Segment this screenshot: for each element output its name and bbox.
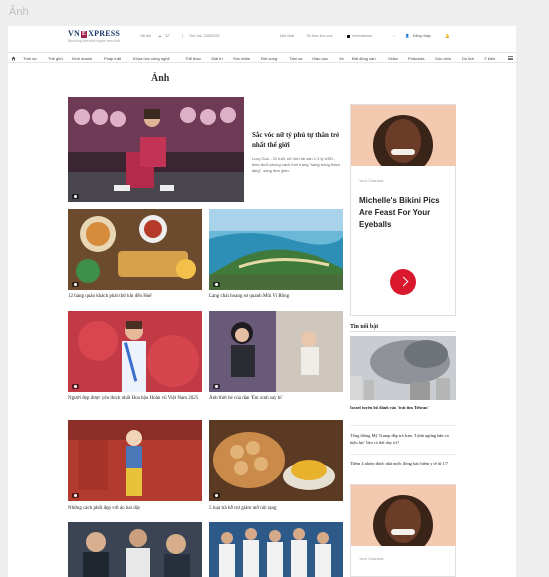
international-icon	[347, 35, 350, 38]
article-image[interactable]	[209, 522, 343, 577]
camera-icon	[213, 493, 220, 498]
nav-item[interactable]: Sức khỏe	[233, 56, 250, 61]
nav-item[interactable]: Bất động sản	[352, 56, 376, 61]
latest-news-link[interactable]: Mới nhất	[280, 34, 294, 38]
home-icon[interactable]	[11, 56, 16, 61]
ad-photo	[351, 485, 456, 546]
hot-news-link[interactable]: Thêm 4 nhóm được nhà nước đóng bảo hiểm …	[350, 461, 454, 468]
nav-item[interactable]: Podcasts	[408, 56, 424, 61]
site-logo[interactable]: VN E XPRESS	[68, 29, 120, 38]
current-date: Thứ hai, 23/6/2025	[182, 34, 219, 38]
hot-news-link[interactable]: Tổng thống Mỹ Trump đáp trả Iran: 'Lệnh …	[350, 433, 454, 446]
article-title[interactable]: Làng chài hoang sơ quanh Mũi Vi Rồng	[209, 293, 343, 300]
camera-icon	[213, 282, 220, 287]
divider	[350, 454, 456, 455]
ad-brand: Your Charmia	[359, 556, 384, 561]
feature-description: Lucy Guo - 31 tuổi, sở hữu tài sản 1,3 t…	[252, 156, 340, 173]
camera-icon	[72, 194, 79, 199]
article-title[interactable]: Ảnh thời bé của dàn 'Em xinh say hi'	[209, 395, 343, 402]
logo-e: E	[80, 31, 88, 38]
article-title[interactable]: 5 loại trà hỗ trợ giảm mỡ nội tạng	[209, 505, 343, 512]
regional-news-link[interactable]: Tin theo khu vực	[306, 34, 333, 38]
hot-news-link[interactable]: Israel tuyên bố đánh vào 'trái tim Tehra…	[350, 405, 454, 412]
childhood-photo	[209, 311, 343, 392]
site-tagline: Báo tiếng Việt nhiều người xem nhất	[68, 39, 120, 43]
nav-item[interactable]: Kinh doanh	[72, 56, 92, 61]
article-image[interactable]	[209, 420, 343, 501]
page-title: Ảnh	[151, 73, 170, 84]
logo-vn: VN	[68, 29, 80, 38]
nav-item[interactable]: Đời sống	[261, 56, 277, 61]
international-link[interactable]: International	[352, 34, 372, 38]
article-title[interactable]: 12 hàng quán khách phải thử khi đến Huế	[68, 293, 202, 300]
nav-item[interactable]: Giải trí	[211, 56, 223, 61]
ad-brand: Your Charmia	[359, 178, 384, 183]
login-link[interactable]: Đăng nhập	[413, 34, 431, 38]
ad-headline[interactable]: Michelle's Bikini Pics Are Feast For You…	[359, 195, 451, 231]
camera-icon	[72, 282, 79, 287]
ad-arrow-button[interactable]	[390, 269, 416, 295]
ad-photo	[351, 105, 456, 166]
feature-photo	[68, 97, 244, 202]
menu-icon[interactable]	[508, 56, 513, 60]
nav-item[interactable]: Thể thao	[185, 56, 201, 61]
search-icon[interactable]: ⌕	[393, 34, 395, 38]
hot-news-title: Tin nổi bật	[350, 324, 379, 330]
team-photo	[209, 522, 343, 577]
feature-title[interactable]: Sắc vóc nữ tỷ phú tự thân trẻ nhất thế g…	[252, 130, 342, 150]
article-image[interactable]	[68, 209, 202, 290]
article-image[interactable]	[68, 522, 202, 577]
nav-item[interactable]: Pháp luật	[104, 56, 121, 61]
camera-icon	[72, 384, 79, 389]
nav-item[interactable]: Video	[388, 56, 398, 61]
nav-item[interactable]: Thế giới	[48, 56, 63, 61]
tea-photo	[209, 420, 343, 501]
camera-icon	[213, 384, 220, 389]
fashion-photo	[68, 420, 202, 501]
nav-item[interactable]: Xe	[339, 56, 344, 61]
nav-item[interactable]: Góc nhìn	[435, 56, 451, 61]
food-photo	[68, 209, 202, 290]
nav-item[interactable]: Tâm sự	[289, 56, 303, 61]
divider	[350, 331, 456, 332]
beach-photo	[209, 209, 343, 290]
location[interactable]: Hà Nội	[140, 34, 151, 38]
feature-image[interactable]	[68, 97, 244, 202]
logo-xpress: XPRESS	[88, 29, 121, 38]
beauty-queen-photo	[68, 311, 202, 392]
nav-item[interactable]: Giáo dục	[312, 56, 328, 61]
user-icon: 👤	[405, 34, 410, 38]
bell-icon[interactable]: 🔔	[445, 34, 449, 38]
crowd-photo	[68, 522, 202, 577]
nav-item[interactable]: Du lịch	[462, 56, 474, 61]
article-title[interactable]: Những cách phối đẹp với áo hai dây	[68, 505, 202, 512]
article-title[interactable]: Người đẹp được yêu thích nhất Hoa hậu Ho…	[68, 395, 202, 402]
nav-item[interactable]: Khoa học công nghệ	[133, 56, 170, 61]
temperature: 32°	[165, 34, 171, 38]
top-bar: VN E XPRESS Báo tiếng Việt nhiều người xem…	[8, 26, 516, 46]
sidebar-ad[interactable]: Your Charmia	[350, 484, 456, 577]
hot-news-image[interactable]	[350, 336, 456, 400]
nav-item[interactable]: Thời sự	[23, 56, 37, 61]
smoke-photo	[350, 336, 456, 400]
sidebar-ad[interactable]: Your Charmia Michelle's Bikini Pics Are …	[350, 104, 456, 316]
weather-icon: ☁	[158, 34, 162, 38]
camera-icon	[72, 493, 79, 498]
browser-page: VN E XPRESS Báo tiếng Việt nhiều người xem…	[8, 26, 516, 577]
divider	[350, 425, 456, 426]
window-title: Ảnh	[9, 6, 29, 18]
main-nav: Thời sự Thế giới Kinh doanh Pháp luật Kh…	[8, 52, 516, 63]
article-image[interactable]	[209, 209, 343, 290]
article-image[interactable]	[68, 311, 202, 392]
article-image[interactable]	[68, 420, 202, 501]
nav-item[interactable]: Ý kiến	[484, 56, 495, 61]
article-image[interactable]	[209, 311, 343, 392]
